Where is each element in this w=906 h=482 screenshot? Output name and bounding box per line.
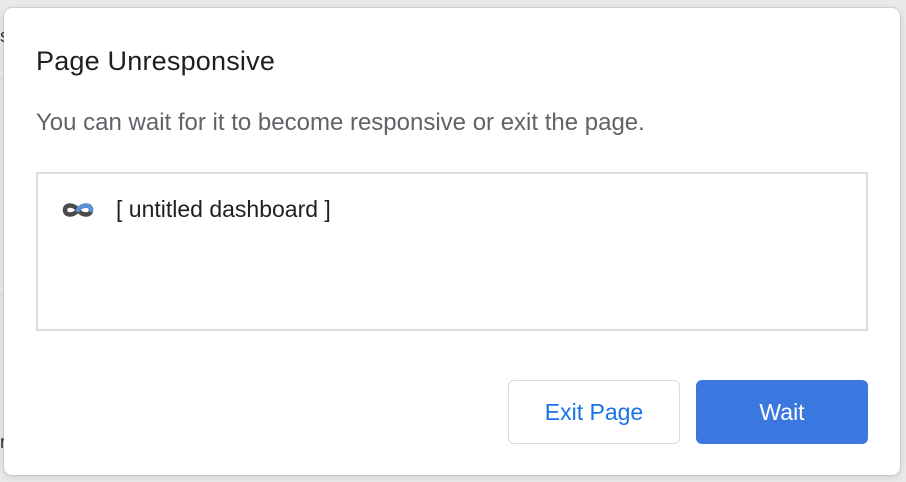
dialog-title: Page Unresponsive — [36, 46, 276, 76]
infinity-logo-icon — [60, 198, 96, 222]
page-title: [ untitled dashboard ] — [116, 196, 331, 222]
wait-button[interactable]: Wait — [696, 380, 868, 444]
list-item: [ untitled dashboard ] — [60, 196, 331, 223]
dialog-message: You can wait for it to become responsive… — [36, 109, 645, 136]
unresponsive-pages-list: [ untitled dashboard ] — [36, 172, 868, 331]
page-unresponsive-dialog: Page Unresponsive You can wait for it to… — [4, 8, 900, 475]
exit-page-button[interactable]: Exit Page — [508, 380, 680, 444]
